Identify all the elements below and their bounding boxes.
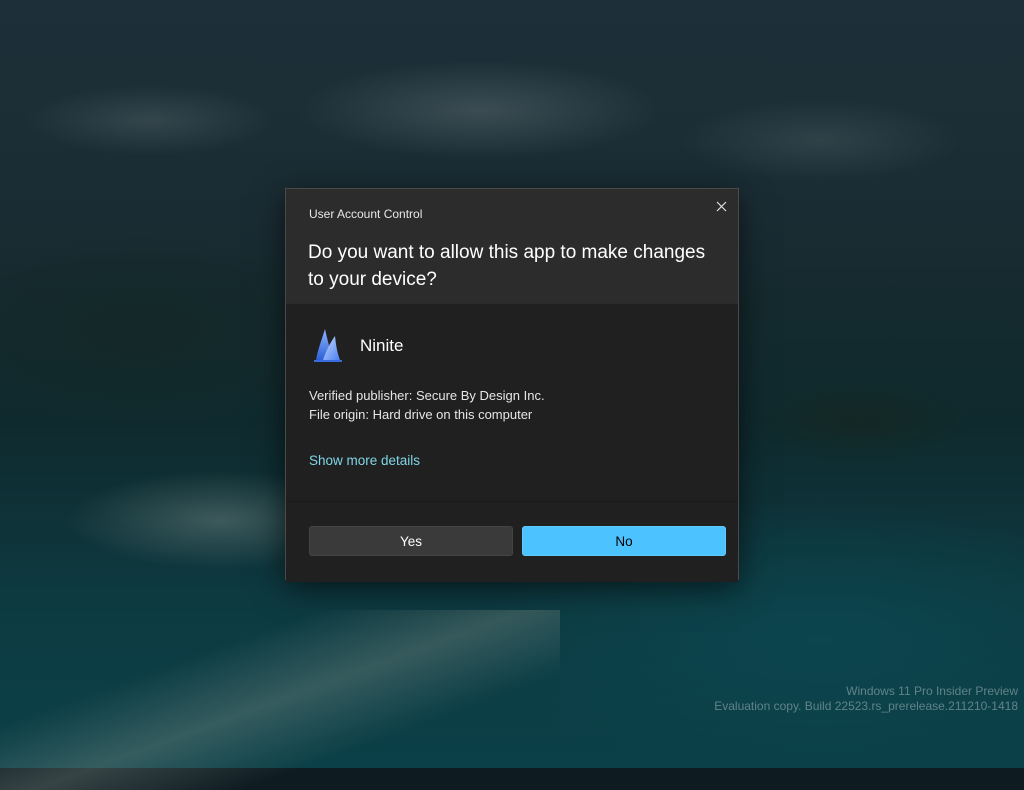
publisher-text: Verified publisher: Secure By Design Inc…: [309, 388, 545, 403]
no-button[interactable]: No: [522, 526, 726, 556]
dialog-body: Ninite Verified publisher: Secure By Des…: [286, 304, 738, 501]
dialog-header: User Account Control Do you want to allo…: [286, 189, 738, 304]
close-icon: [716, 201, 726, 211]
uac-dialog: User Account Control Do you want to allo…: [285, 188, 739, 582]
app-name: Ninite: [360, 336, 404, 355]
yes-button[interactable]: Yes: [309, 526, 513, 556]
show-more-details-link[interactable]: Show more details: [309, 453, 420, 468]
watermark-edition: Windows 11 Pro Insider Preview: [846, 684, 1018, 698]
origin-text: File origin: Hard drive on this computer: [309, 407, 533, 422]
app-details: Verified publisher: Secure By Design Inc…: [309, 386, 545, 424]
close-button[interactable]: [704, 189, 738, 223]
windows-watermark: Windows 11 Pro Insider Preview Evaluatio…: [714, 684, 1018, 714]
dialog-question: Do you want to allow this app to make ch…: [308, 242, 706, 290]
wallpaper-beach: [0, 610, 560, 790]
watermark-build: Evaluation copy. Build 22523.rs_prerelea…: [714, 699, 1018, 713]
dialog-footer: Yes No: [286, 501, 738, 582]
ninite-icon: [314, 329, 342, 362]
dialog-title: User Account Control: [309, 207, 423, 221]
